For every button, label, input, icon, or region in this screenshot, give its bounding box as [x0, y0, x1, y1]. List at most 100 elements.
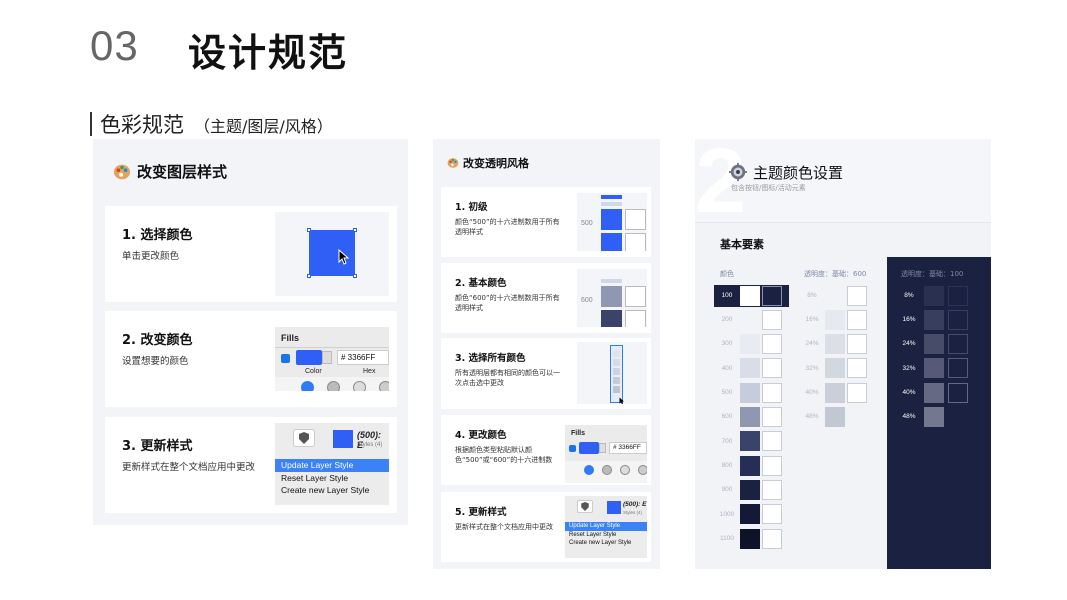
- subheader: 色彩规范 （主题/图层/风格）: [90, 108, 333, 139]
- value-label: 500: [581, 220, 593, 227]
- opacity-light-swatch[interactable]: [825, 334, 845, 354]
- solid-fill-icon[interactable]: [584, 465, 594, 475]
- opacity-light-swatch[interactable]: [825, 310, 845, 330]
- cursor-icon: [619, 397, 624, 404]
- swatch-1000[interactable]: [740, 504, 760, 524]
- gradient-fill-icon[interactable]: [602, 465, 612, 475]
- opacity-dark-16: 16%: [902, 316, 916, 323]
- fills-panel: Fills # 3366FF Color Hex: [275, 327, 389, 391]
- swatch-500[interactable]: [740, 383, 760, 403]
- primary-preview: 500: [577, 193, 647, 251]
- opacity-light-swatch[interactable]: [825, 407, 845, 427]
- hex-label: Hex: [363, 368, 376, 375]
- row-label-700: 700: [721, 438, 733, 445]
- swatch-1100[interactable]: [740, 529, 760, 549]
- row-label-800: 800: [721, 462, 733, 469]
- step-title: 4. 更改颜色: [455, 430, 507, 441]
- opacity-dark-48: 48%: [902, 413, 916, 420]
- menu-reset-layer-style[interactable]: Reset Layer Style: [275, 472, 389, 484]
- step-card-base-color: 2. 基本颜色 颜色“600”的十六进制数用于所有透明样式 600: [441, 263, 651, 333]
- swatch-400[interactable]: [740, 358, 760, 378]
- opacity-light-48: 48%: [805, 413, 819, 420]
- radial-fill-icon[interactable]: [353, 381, 366, 391]
- pattern-fill-icon[interactable]: [638, 465, 647, 475]
- swatch-800[interactable]: [740, 456, 760, 476]
- step-desc: 单击更改颜色: [122, 251, 180, 262]
- pattern-fill-icon[interactable]: [379, 381, 389, 391]
- base-color-preview: 600: [577, 269, 647, 327]
- panel2-title: 改变透明风格: [463, 157, 529, 170]
- row-label-400: 400: [721, 365, 733, 372]
- opacity-dark-swatch[interactable]: [924, 310, 944, 330]
- menu-create-layer-style[interactable]: Create new Layer Style: [565, 539, 647, 547]
- fill-color-swatch[interactable]: [296, 350, 322, 365]
- section-number: 03: [90, 22, 139, 69]
- gradient-fill-icon[interactable]: [327, 381, 340, 391]
- fill-checkbox[interactable]: [281, 354, 290, 363]
- opacity-light-swatch[interactable]: [825, 358, 845, 378]
- swatch-300[interactable]: [740, 334, 760, 354]
- hex-input[interactable]: # 3366FF: [337, 350, 389, 365]
- layer-sub: Styles (4): [357, 442, 383, 448]
- swatch-200[interactable]: [740, 310, 760, 330]
- opacity-light-32: 32%: [805, 365, 819, 372]
- color-label: Color: [305, 368, 322, 375]
- step-card-update-style: 3. 更新样式 更新样式在整个文档应用中更改 (500): E Styles (…: [105, 417, 397, 513]
- fill-checkbox[interactable]: [569, 445, 576, 452]
- layer-name: (500): E: [623, 501, 647, 508]
- theme-title: 主题颜色设置: [753, 164, 844, 182]
- page-title: 设计规范: [188, 31, 349, 75]
- step-card-select-color: 1. 选择颜色 单击更改颜色: [105, 206, 397, 302]
- opacity-dark-swatch[interactable]: [924, 286, 944, 306]
- swatch-900[interactable]: [740, 480, 760, 500]
- opacity-dark-swatch[interactable]: [924, 407, 944, 427]
- row-label-1100: 1100: [720, 535, 734, 542]
- menu-create-layer-style[interactable]: Create new Layer Style: [275, 484, 389, 496]
- palette-icon: [447, 158, 459, 168]
- opacity-dark-swatch[interactable]: [924, 358, 944, 378]
- layer-style-menu: (500): E Styles (4) Update Layer Style R…: [565, 496, 647, 558]
- style-shield-icon: [581, 502, 589, 511]
- theme-color-panel: 2 主题颜色设置 包含按钮/图标/活动元素 基本要素 颜色 透明度：基础：600…: [695, 130, 991, 569]
- swatch-700[interactable]: [740, 431, 760, 451]
- hex-input[interactable]: # 3366FF: [609, 442, 647, 454]
- opacity-light-swatch[interactable]: [825, 286, 845, 306]
- step-desc: 所有透明层都有相同的颜色可以一次点击选中更改: [455, 369, 560, 387]
- fill-color-swatch[interactable]: [579, 442, 599, 454]
- swatch-600[interactable]: [740, 407, 760, 427]
- step-card-update-style: 5. 更新样式 更新样式在整个文档应用中更改 (500): E Styles (…: [441, 492, 651, 562]
- basic-elements-title: 基本要素: [720, 238, 764, 251]
- link-icon[interactable]: [322, 351, 332, 364]
- fills-panel: Fills # 3366FF: [565, 425, 647, 483]
- swatch-600: [601, 286, 622, 307]
- row-label-300: 300: [721, 340, 733, 347]
- opacity-dark-40: 40%: [902, 389, 916, 396]
- panel1-title: 改变图层样式: [137, 163, 228, 181]
- solid-fill-icon[interactable]: [301, 381, 314, 391]
- step-title: 2. 改变颜色: [122, 333, 193, 348]
- step-desc: 颜色“500”的十六进制数用于所有透明样式: [455, 218, 560, 236]
- subheader-title: 色彩规范: [100, 113, 184, 137]
- fills-label: Fills: [281, 333, 300, 343]
- row-label-1000: 1000: [719, 511, 735, 518]
- step-card-change-color: 2. 改变颜色 设置想要的颜色 Fills # 3366FF Color Hex: [105, 311, 397, 407]
- radial-fill-icon[interactable]: [620, 465, 630, 475]
- opacity-dark-swatch[interactable]: [924, 383, 944, 403]
- value-label: 600: [581, 297, 593, 304]
- fills-label: Fills: [571, 430, 586, 437]
- transparent-style-panel: 改变透明风格 1. 初级 颜色“500”的十六进制数用于所有透明样式 500 2…: [433, 139, 660, 569]
- menu-update-layer-style[interactable]: Update Layer Style: [565, 522, 647, 531]
- step-title: 5. 更新样式: [455, 507, 507, 518]
- palette-icon: [113, 164, 131, 179]
- opacity-dark-swatch[interactable]: [924, 334, 944, 354]
- step-desc: 更新样式在整个文档应用中更改: [455, 523, 553, 531]
- layer-style-panel: 改变图层样式 1. 选择颜色 单击更改颜色 2. 改变颜色 设置想要的颜色 Fi…: [93, 139, 408, 525]
- opacity-light-swatch[interactable]: [825, 383, 845, 403]
- color-select-preview: [275, 212, 389, 296]
- opacity-dark-header: 透明度：基础：100: [901, 270, 964, 278]
- step-title: 1. 选择颜色: [122, 228, 193, 243]
- menu-reset-layer-style[interactable]: Reset Layer Style: [565, 531, 647, 539]
- swatch-500: [601, 209, 622, 230]
- opacity-dark-24: 24%: [902, 340, 916, 347]
- menu-update-layer-style[interactable]: Update Layer Style: [275, 459, 389, 472]
